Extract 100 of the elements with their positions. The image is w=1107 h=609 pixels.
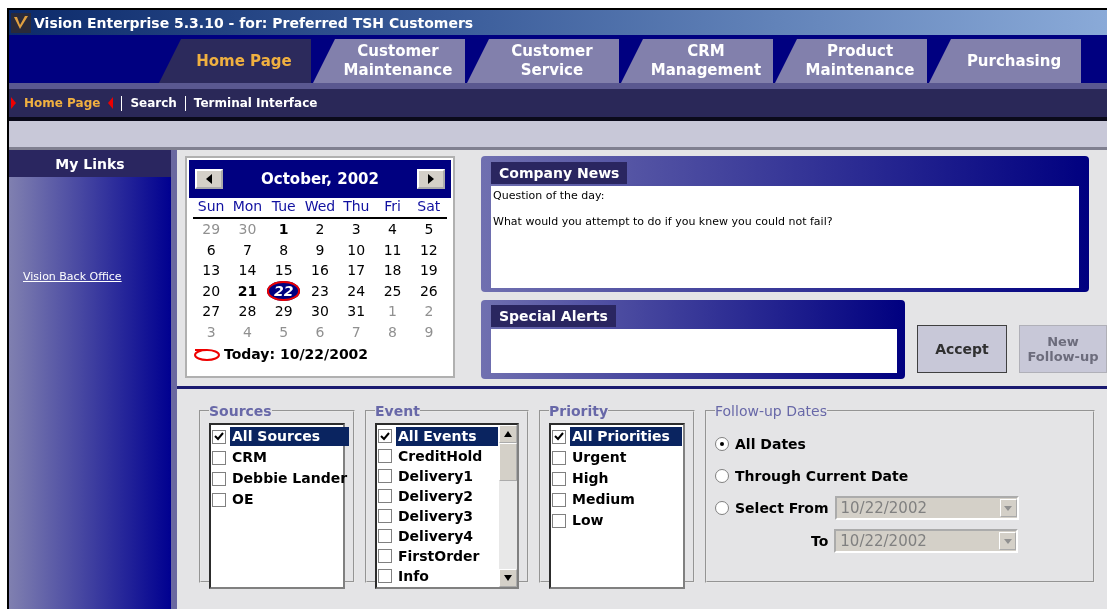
tab[interactable]: CRM Management [621, 39, 773, 83]
calendar-day[interactable]: 14 [238, 262, 257, 278]
list-item[interactable]: FirstOrder [396, 546, 482, 566]
checkbox[interactable] [212, 429, 226, 444]
right-arrow-icon [428, 174, 434, 184]
calendar-day[interactable]: 6 [206, 241, 216, 258]
calendar-day[interactable]: 23 [311, 282, 329, 299]
checkbox[interactable] [552, 492, 566, 507]
action-button[interactable]: Accept [917, 325, 1007, 373]
weekday-label: Mon [229, 198, 266, 219]
calendar-day[interactable]: 3 [351, 221, 361, 237]
calendar-day[interactable]: 13 [202, 262, 221, 278]
nav-link[interactable]: Terminal Interface [193, 96, 318, 110]
calendar-day[interactable]: 10 [347, 241, 366, 258]
calendar-day[interactable]: 2 [315, 221, 325, 237]
filter-list[interactable]: All Events CreditHold Delivery1 Delivery2 Delivery3 Delivery4 FirstOrder Info [375, 423, 519, 589]
app-logo-icon [11, 12, 31, 33]
calendar-day[interactable]: 20 [202, 282, 221, 299]
checkbox[interactable] [378, 449, 392, 463]
list-item[interactable]: Info [396, 566, 431, 586]
checkbox[interactable] [552, 450, 566, 465]
calendar-day[interactable]: 26 [419, 282, 438, 299]
calendar-day[interactable]: 11 [383, 241, 402, 258]
marker-icon [108, 97, 114, 109]
prev-month-button[interactable] [195, 169, 223, 189]
calendar-day[interactable]: 27 [202, 303, 221, 319]
checkbox[interactable] [212, 492, 226, 507]
calendar-day[interactable]: 21 [237, 282, 258, 299]
list-item[interactable]: All Priorities [570, 427, 682, 446]
calendar-day[interactable]: 24 [347, 282, 366, 299]
checkbox[interactable] [552, 471, 566, 486]
checkbox[interactable] [378, 529, 392, 543]
calendar-day[interactable]: 8 [279, 241, 289, 258]
nav-link[interactable]: Search [130, 96, 177, 110]
option-label[interactable]: Through Current Date [735, 468, 909, 484]
checkbox[interactable] [212, 471, 226, 486]
list-item[interactable]: Delivery4 [396, 526, 476, 546]
scroll-thumb[interactable] [499, 443, 517, 481]
today-circle-icon [193, 347, 221, 361]
calendar-day[interactable]: 25 [383, 282, 402, 299]
calendar-day[interactable]: 18 [383, 262, 402, 278]
option-label[interactable]: All Dates [735, 436, 806, 452]
calendar-day[interactable]: 9 [315, 241, 325, 258]
down-arrow-icon [504, 575, 512, 581]
month-title: October, 2002 [261, 170, 379, 188]
checkbox[interactable] [378, 489, 392, 503]
group-title: Event [375, 403, 420, 419]
calendar-day[interactable]: 7 [242, 241, 252, 258]
list-item[interactable]: All Sources [230, 427, 350, 446]
tab[interactable]: Customer Maintenance [313, 39, 465, 83]
calendar-day[interactable]: 30 [311, 303, 329, 319]
calendar-day[interactable]: 28 [238, 303, 257, 319]
calendar-day[interactable]: 17 [347, 262, 366, 278]
checkbox[interactable] [552, 513, 566, 528]
up-arrow-icon [504, 431, 512, 437]
option-label[interactable]: Select From [735, 500, 829, 516]
group-title: Sources [209, 403, 272, 419]
list-item[interactable]: Delivery2 [396, 486, 476, 506]
tab[interactable]: Product Maintenance [775, 39, 927, 83]
radio-button[interactable] [715, 501, 729, 515]
radio-button[interactable] [715, 469, 729, 483]
list-item[interactable]: CRM [230, 448, 269, 467]
weekday-label: Fri [374, 198, 411, 219]
checkbox[interactable] [378, 509, 392, 523]
calendar-day[interactable]: 31 [347, 303, 366, 319]
tab[interactable]: Purchasing [929, 39, 1081, 83]
news-text: Question of the day: [493, 189, 606, 202]
next-month-button[interactable] [417, 169, 445, 189]
checkbox[interactable] [378, 469, 392, 483]
list-item[interactable]: High [570, 469, 611, 488]
checkbox[interactable] [378, 549, 392, 563]
checkbox[interactable] [552, 429, 566, 444]
calendar-day[interactable]: 16 [311, 262, 329, 278]
checkbox[interactable] [212, 450, 226, 465]
list-item[interactable]: OE [230, 490, 256, 509]
calendar-day[interactable]: 15 [274, 262, 293, 278]
filter-list[interactable]: All Priorities Urgent High Medium Low [549, 423, 685, 589]
sidebar-link[interactable]: Vision Back Office [23, 270, 122, 283]
nav-link[interactable]: Home Page [24, 96, 101, 110]
calendar-day[interactable]: 19 [419, 262, 438, 278]
list-item[interactable]: Low [570, 511, 606, 530]
list-item[interactable]: Delivery3 [396, 506, 476, 526]
radio-button[interactable] [715, 437, 729, 451]
list-item[interactable]: Delivery1 [396, 466, 476, 486]
calendar-day[interactable]: 29 [274, 303, 293, 319]
calendar-day[interactable]: 1 [278, 221, 289, 237]
list-item[interactable]: CreditHold [396, 446, 485, 466]
checkbox[interactable] [378, 429, 392, 443]
calendar-day[interactable]: 22 [266, 280, 301, 301]
list-item[interactable]: Medium [570, 490, 637, 509]
checkbox[interactable] [378, 569, 392, 583]
today-label[interactable]: Today: 10/22/2002 [224, 346, 369, 362]
tab[interactable]: Home Page [159, 39, 311, 83]
calendar-day[interactable]: 5 [424, 221, 434, 237]
calendar-day[interactable]: 12 [419, 241, 438, 258]
list-item[interactable]: All Events [396, 426, 498, 446]
scrollbar[interactable] [499, 425, 517, 587]
list-item[interactable]: Urgent [570, 448, 629, 467]
tab[interactable]: Customer Service [467, 39, 619, 83]
calendar-day[interactable]: 4 [388, 221, 397, 237]
